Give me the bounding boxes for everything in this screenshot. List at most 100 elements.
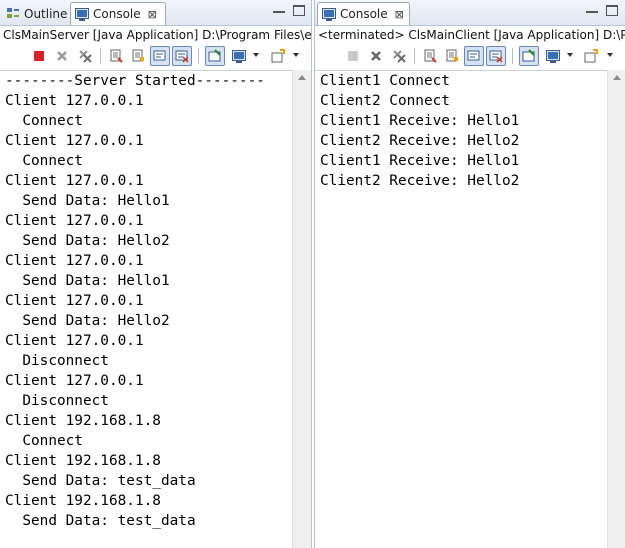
tab-label: Console xyxy=(93,7,141,21)
console-output[interactable]: Client1 Connect Client2 Connect Client1 Re… xyxy=(315,70,608,548)
pin-console-button[interactable] xyxy=(205,46,225,66)
remove-all-terminated-icon xyxy=(79,50,92,63)
clear-console-button[interactable] xyxy=(106,46,126,66)
display-selected-console-button[interactable] xyxy=(543,46,563,66)
console-line: Send Data: test_data xyxy=(5,473,196,489)
console-line: Client 127.0.0.1 xyxy=(5,133,144,149)
tab-label: Outline xyxy=(24,6,68,21)
console-line: Send Data: Hello1 xyxy=(5,273,170,289)
clear-console-button[interactable] xyxy=(420,46,440,66)
open-console-button[interactable] xyxy=(581,46,601,66)
remove-launch-button[interactable] xyxy=(366,46,386,66)
tab-console[interactable]: Console ⊠ xyxy=(70,2,166,25)
console-line: Client 127.0.0.1 xyxy=(5,293,144,309)
pin-console-button[interactable] xyxy=(519,46,539,66)
show-on-output-icon xyxy=(489,50,503,63)
scroll-up-icon[interactable] xyxy=(613,75,621,80)
display-selected-console-icon xyxy=(546,49,560,63)
vertical-scrollbar[interactable] xyxy=(607,70,625,548)
terminate-button[interactable] xyxy=(29,46,49,66)
terminate-icon xyxy=(34,51,44,61)
console-icon xyxy=(322,7,336,21)
close-tab-icon[interactable]: ⊠ xyxy=(395,8,404,21)
tab-label: Console xyxy=(340,7,388,21)
outline-icon xyxy=(6,7,20,20)
console-line: Client 127.0.0.1 xyxy=(5,253,144,269)
open-console-icon xyxy=(584,49,598,63)
console-line: Client2 Receive: Hello2 xyxy=(320,173,520,189)
scroll-lock-button[interactable] xyxy=(128,46,148,66)
terminate-icon xyxy=(348,51,358,61)
console-line: Client1 Connect xyxy=(320,73,450,89)
console-toolbar xyxy=(315,45,625,69)
console-line: Client 127.0.0.1 xyxy=(5,93,144,109)
scroll-lock-icon xyxy=(446,49,458,62)
vertical-scrollbar[interactable] xyxy=(292,70,311,548)
console-lines: --------Server Started-------- Client 127… xyxy=(0,71,293,531)
console-line: Client 127.0.0.1 xyxy=(5,373,144,389)
console-line: Client 192.168.1.8 xyxy=(5,493,161,509)
remove-launch-icon xyxy=(57,51,67,61)
display-selected-console-button[interactable] xyxy=(229,46,249,66)
word-wrap-button[interactable] xyxy=(150,46,170,66)
client-console-view: Console ⊠ <terminated> ClsMainClient [Ja… xyxy=(314,0,625,548)
open-console-button[interactable] xyxy=(268,46,288,66)
chevron-down-icon[interactable] xyxy=(253,53,259,57)
console-line: Send Data: Hello1 xyxy=(5,193,170,209)
console-line: Client1 Receive: Hello1 xyxy=(320,113,520,129)
console-line: Client 192.168.1.8 xyxy=(5,413,161,429)
console-line: Client 192.168.1.8 xyxy=(5,453,161,469)
console-line: Send Data: test_data xyxy=(5,513,196,529)
show-on-output-button[interactable] xyxy=(172,46,192,66)
console-line: Send Data: Hello2 xyxy=(5,233,170,249)
tab-outline[interactable]: Outline xyxy=(2,2,68,25)
console-line: Client2 Receive: Hello2 xyxy=(320,133,520,149)
minimize-button[interactable] xyxy=(586,5,598,13)
console-lines: Client1 Connect Client2 Connect Client1 Re… xyxy=(315,71,608,191)
chevron-down-icon[interactable] xyxy=(607,53,613,57)
display-selected-console-icon xyxy=(232,49,246,63)
console-line: --------Server Started-------- xyxy=(5,73,265,89)
console-line: Disconnect xyxy=(5,353,109,369)
remove-launch-icon xyxy=(371,51,381,61)
tab-console[interactable]: Console ⊠ xyxy=(317,2,410,25)
pin-console-icon xyxy=(208,49,221,62)
scroll-up-icon[interactable] xyxy=(298,75,306,80)
minimize-button[interactable] xyxy=(273,5,285,13)
scroll-lock-button[interactable] xyxy=(442,46,462,66)
console-toolbar xyxy=(0,45,311,69)
console-line: Connect xyxy=(5,153,83,169)
tab-bar: Console ⊠ xyxy=(315,0,625,26)
console-title: <terminated> ClsMainClient [Java Applica… xyxy=(318,28,625,42)
clear-console-icon xyxy=(424,49,437,63)
remove-all-terminated-icon xyxy=(393,50,406,63)
word-wrap-icon xyxy=(153,50,166,61)
maximize-button[interactable] xyxy=(606,5,618,16)
remove-launch-button[interactable] xyxy=(52,46,72,66)
chevron-down-icon[interactable] xyxy=(567,53,573,57)
remove-all-terminated-button[interactable] xyxy=(75,46,95,66)
console-line: Client2 Connect xyxy=(320,93,450,109)
console-line: Client 127.0.0.1 xyxy=(5,213,144,229)
console-line: Connect xyxy=(5,113,83,129)
chevron-down-icon[interactable] xyxy=(293,53,299,57)
console-line: Disconnect xyxy=(5,393,109,409)
open-console-icon xyxy=(271,49,285,63)
terminate-button[interactable] xyxy=(343,46,363,66)
pin-console-icon xyxy=(522,49,535,62)
console-line: Connect xyxy=(5,433,83,449)
console-line: Client1 Receive: Hello1 xyxy=(320,153,520,169)
word-wrap-button[interactable] xyxy=(464,46,484,66)
word-wrap-icon xyxy=(467,50,480,61)
show-on-output-icon xyxy=(175,50,189,63)
console-line: Client 127.0.0.1 xyxy=(5,173,144,189)
console-output[interactable]: --------Server Started-------- Client 127… xyxy=(0,70,293,548)
server-console-view: Outline Console ⊠ ClsMainServer [Java Ap… xyxy=(0,0,312,548)
console-line: Client 127.0.0.1 xyxy=(5,333,144,349)
close-tab-icon[interactable]: ⊠ xyxy=(148,8,157,21)
maximize-button[interactable] xyxy=(293,5,305,16)
tab-bar: Outline Console ⊠ xyxy=(0,0,311,26)
remove-all-terminated-button[interactable] xyxy=(389,46,409,66)
clear-console-icon xyxy=(110,49,123,63)
show-on-output-button[interactable] xyxy=(486,46,506,66)
